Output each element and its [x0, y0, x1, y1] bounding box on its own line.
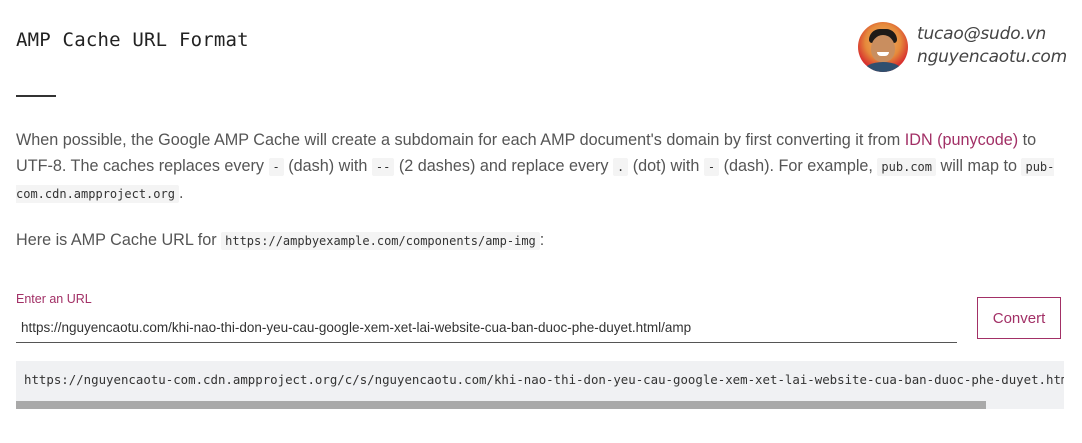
convert-button[interactable]: Convert: [977, 297, 1061, 339]
intro-text: (dash). For example,: [719, 157, 878, 175]
url-input[interactable]: [16, 313, 957, 343]
intro-text: .: [178, 184, 184, 202]
intro-paragraph: When possible, the Google AMP Cache will…: [16, 127, 1061, 207]
author-card: tucao@sudo.vn nguyencaotu.com: [858, 22, 1073, 74]
intro-text: will map to: [936, 157, 1022, 175]
code-example-url: https://ampbyexample.com/components/amp-…: [221, 232, 540, 250]
code-dot: .: [613, 158, 629, 176]
author-site: nguyencaotu.com: [917, 47, 1067, 67]
result-url: https://nguyencaotu-com.cdn.ampproject.o…: [24, 372, 1064, 387]
code-dash-2: -: [703, 158, 720, 176]
code-double-dash: --: [371, 158, 395, 176]
intro-text: (dot) with: [628, 157, 704, 175]
author-email: tucao@sudo.vn: [917, 24, 1047, 44]
intro-text: (2 dashes) and replace every: [394, 157, 614, 175]
url-label: Enter an URL: [16, 292, 92, 306]
intro-text: (dash) with: [283, 157, 372, 175]
code-dash: -: [268, 158, 284, 176]
idn-punycode-link[interactable]: IDN (punycode): [905, 131, 1018, 149]
title-divider: [16, 95, 56, 97]
code-example-domain: pub.com: [877, 158, 936, 176]
example-prefix: Here is AMP Cache URL for: [16, 231, 222, 249]
example-line: Here is AMP Cache URL for https://ampbye…: [16, 228, 544, 253]
intro-text: When possible, the Google AMP Cache will…: [16, 131, 905, 149]
avatar: [858, 22, 908, 72]
horizontal-scrollbar[interactable]: [16, 401, 986, 409]
example-suffix: :: [539, 231, 545, 249]
result-box[interactable]: https://nguyencaotu-com.cdn.ampproject.o…: [16, 361, 1064, 409]
page-title: AMP Cache URL Format: [16, 29, 249, 51]
